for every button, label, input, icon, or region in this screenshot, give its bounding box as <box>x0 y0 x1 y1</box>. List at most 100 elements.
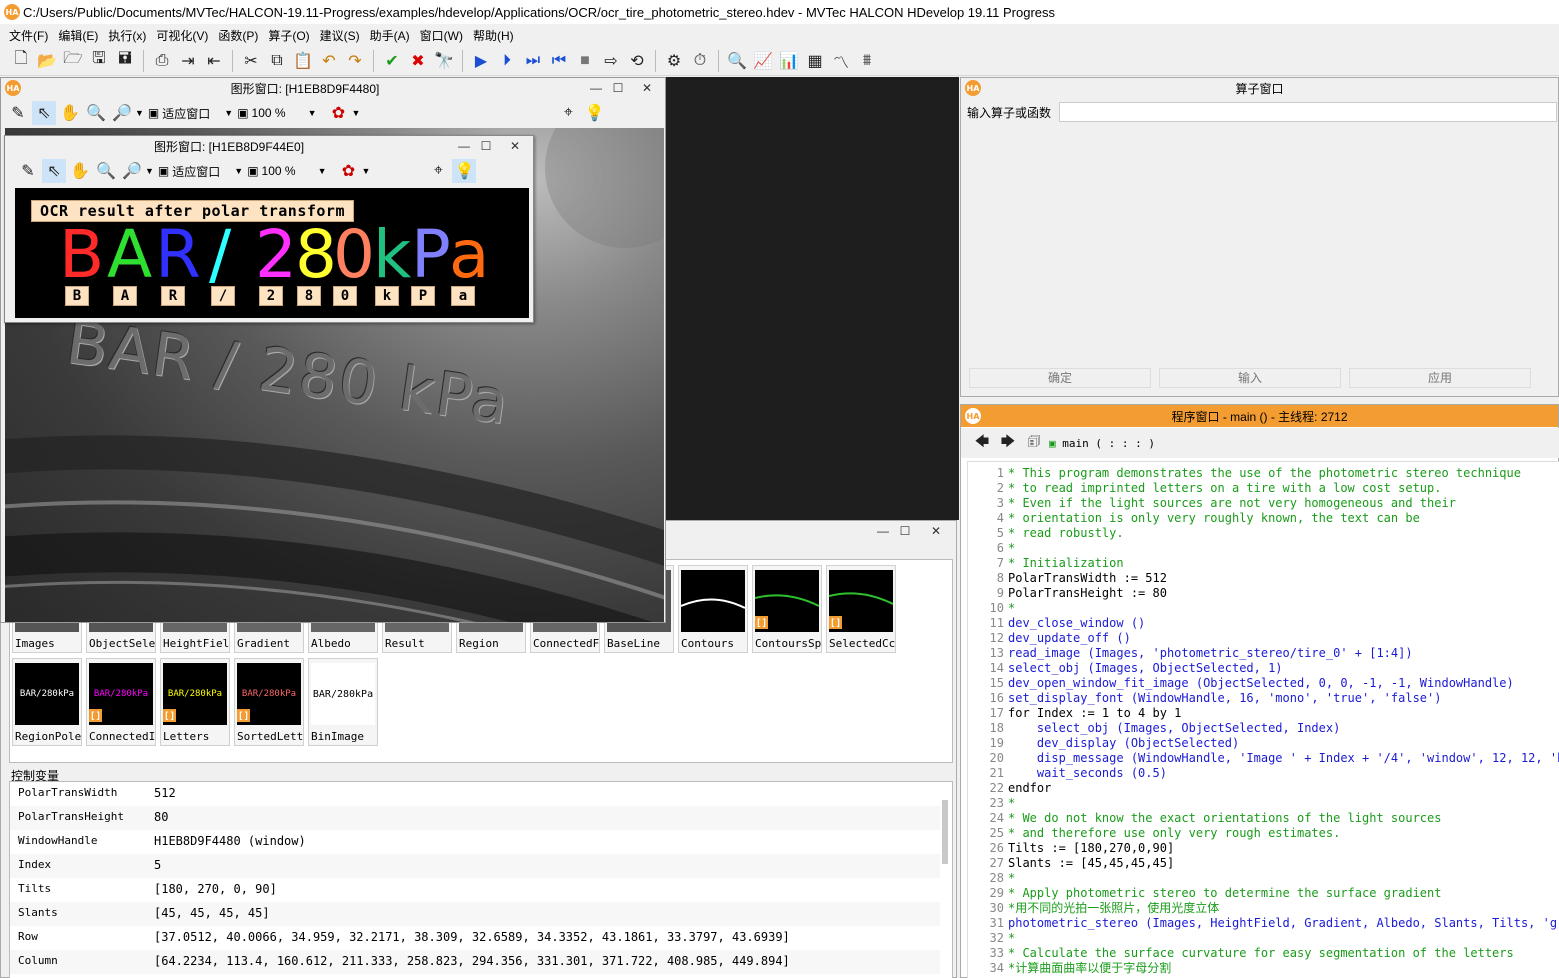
minimize-icon[interactable]: — <box>453 139 475 153</box>
control-var-row[interactable]: WindowHandle H1EB8D9F4480 (window) <box>10 830 940 854</box>
measure-icon[interactable]: ⩩ <box>855 49 879 73</box>
back-arrow-icon[interactable]: 🡄 <box>970 431 994 455</box>
lightbulb-icon[interactable]: 💡 <box>582 101 606 125</box>
step-out-icon[interactable]: ⏮ <box>547 49 571 73</box>
iconic-var-selectedcc[interactable]: [ ] SelectedCc <box>826 565 896 653</box>
code-line[interactable]: 29 * Apply photometric stereo to determin… <box>968 886 1559 901</box>
menu-visualization[interactable]: 可视化(V) <box>151 27 213 44</box>
fit-window-combo[interactable]: ▣ 适应窗口 ▼ <box>158 160 243 182</box>
edit-procedure-icon[interactable]: 🗊 <box>1022 431 1046 455</box>
code-line[interactable]: 11 dev_close_window () <box>968 616 1559 631</box>
code-line[interactable]: 4 * orientation is only very roughly know… <box>968 511 1559 526</box>
menu-operators[interactable]: 算子(O) <box>263 27 314 44</box>
code-line[interactable]: 20 disp_message (WindowHandle, 'Image ' … <box>968 751 1559 766</box>
undo-icon[interactable]: ↶ <box>317 49 341 73</box>
minimize-icon[interactable]: — <box>872 524 894 538</box>
zoom-window-icon[interactable]: 🔍 <box>725 49 749 73</box>
run-to-icon[interactable]: ⇨ <box>599 49 623 73</box>
minimize-icon[interactable]: — <box>585 81 607 95</box>
code-line[interactable]: 9 PolarTransHeight := 80 <box>968 586 1559 601</box>
chevron-down-icon[interactable]: ▼ <box>145 166 154 176</box>
code-line[interactable]: 15 dev_open_window_fit_image (ObjectSelec… <box>968 676 1559 691</box>
code-line[interactable]: 22 endfor <box>968 781 1559 796</box>
code-line[interactable]: 30 *用不同的光拍一张照片，使用光度立体 <box>968 901 1559 916</box>
redo-icon[interactable]: ↷ <box>343 49 367 73</box>
feature-icon[interactable]: ▦ <box>803 49 827 73</box>
code-line[interactable]: 23 * <box>968 796 1559 811</box>
control-var-row[interactable]: Row [37.0512, 40.0066, 34.959, 32.2171, 3… <box>10 926 940 950</box>
code-line[interactable]: 19 dev_display (ObjectSelected) <box>968 736 1559 751</box>
zoom-icon[interactable]: 🔎 <box>110 101 134 125</box>
import-icon[interactable]: ⇤ <box>202 49 226 73</box>
code-line[interactable]: 17 for Index := 1 to 4 by 1 <box>968 706 1559 721</box>
timer-icon[interactable]: ⏱ <box>688 49 712 73</box>
color-palette-icon[interactable]: ✿ <box>337 159 361 183</box>
apply-button[interactable]: 应用 <box>1349 368 1531 388</box>
step-over-icon[interactable]: ⏵ <box>495 49 519 73</box>
menu-procedures[interactable]: 函数(P) <box>213 27 263 44</box>
menu-file[interactable]: 文件(F) <box>4 27 53 44</box>
copy-icon[interactable]: ⧉ <box>265 49 289 73</box>
hand-icon[interactable]: ✋ <box>68 159 92 183</box>
menu-help[interactable]: 帮助(H) <box>468 27 519 44</box>
save-all-icon[interactable]: 🖬 <box>113 49 137 73</box>
code-line[interactable]: 28 * <box>968 871 1559 886</box>
iconic-var-sortedletters[interactable]: BAR/280kPa [ ] SortedLett <box>234 658 304 746</box>
zoom-combo[interactable]: ▣ 100 % ▼ <box>247 160 326 182</box>
step-into-icon[interactable]: ⏭ <box>521 49 545 73</box>
menu-execute[interactable]: 执行(x) <box>103 27 151 44</box>
close-icon[interactable]: ✕ <box>916 524 956 538</box>
pointer-icon[interactable]: ⇖ <box>42 159 66 183</box>
code-line[interactable]: 3 * Even if the light sources are not ver… <box>968 496 1559 511</box>
code-line[interactable]: 14 select_obj (Images, ObjectSelected, 1) <box>968 661 1559 676</box>
code-line[interactable]: 7 * Initialization <box>968 556 1559 571</box>
iconic-var-contours[interactable]: Contours <box>678 565 748 653</box>
axes-icon[interactable]: ⌖ <box>426 159 450 183</box>
line-profile-icon[interactable]: 📊 <box>777 49 801 73</box>
iconic-var-contourssp[interactable]: [ ] ContoursSp <box>752 565 822 653</box>
control-var-row[interactable]: Index 5 <box>10 854 940 878</box>
close-icon[interactable]: ✕ <box>497 139 533 153</box>
clear-icon[interactable]: ✖ <box>406 49 430 73</box>
enter-button[interactable]: 输入 <box>1159 368 1341 388</box>
maximize-icon[interactable]: ☐ <box>475 139 497 153</box>
chevron-down-icon[interactable]: ▼ <box>362 166 371 176</box>
stop-icon[interactable]: ■ <box>573 49 597 73</box>
chevron-down-icon[interactable]: ▼ <box>352 108 361 118</box>
code-line[interactable]: 16 set_display_font (WindowHandle, 16, 'm… <box>968 691 1559 706</box>
scrollbar[interactable] <box>942 800 948 864</box>
code-line[interactable]: 12 dev_update_off () <box>968 631 1559 646</box>
code-line[interactable]: 21 wait_seconds (0.5) <box>968 766 1559 781</box>
hand-icon[interactable]: ✋ <box>58 101 82 125</box>
new-file-icon[interactable]: 🗋 <box>9 49 33 73</box>
lightbulb-icon[interactable]: 💡 <box>452 159 477 183</box>
save-icon[interactable]: 🖫 <box>87 49 111 73</box>
color-palette-icon[interactable]: ✿ <box>327 101 351 125</box>
code-line[interactable]: 31 photometric_stereo (Images, HeightFiel… <box>968 916 1559 931</box>
export-icon[interactable]: ⇥ <box>176 49 200 73</box>
forward-arrow-icon[interactable]: 🡆 <box>996 431 1020 455</box>
code-line[interactable]: 13 read_image (Images, 'photometric_stere… <box>968 646 1559 661</box>
axes-icon[interactable]: ⌖ <box>556 101 580 125</box>
control-var-row[interactable]: PolarTransWidth 512 <box>10 782 940 806</box>
print-icon[interactable]: ⎙ <box>150 49 174 73</box>
code-line[interactable]: 8 PolarTransWidth := 512 <box>968 571 1559 586</box>
operator-search-input[interactable] <box>1059 102 1557 122</box>
menu-window[interactable]: 窗口(W) <box>415 27 468 44</box>
iconic-var-regionpolar[interactable]: BAR/280kPa RegionPole <box>12 658 82 746</box>
code-line[interactable]: 32 * <box>968 931 1559 946</box>
reset-icon[interactable]: ⟲ <box>625 49 649 73</box>
iconic-var-binimage[interactable]: BAR/280kPa BinImage <box>308 658 378 746</box>
iconic-var-letters[interactable]: BAR/280kPa [ ] Letters <box>160 658 230 746</box>
histogram-icon[interactable]: 📈 <box>751 49 775 73</box>
control-var-row[interactable]: PolarTransHeight 80 <box>10 806 940 830</box>
gray-histogram-icon[interactable]: 〽 <box>829 49 853 73</box>
magnifier-icon[interactable]: 🔍 <box>84 101 108 125</box>
pointer-icon[interactable]: ⇖ <box>32 101 56 125</box>
profile-icon[interactable]: ⚙ <box>662 49 686 73</box>
control-var-row[interactable]: Tilts [180, 270, 0, 90] <box>10 878 940 902</box>
menu-assistants[interactable]: 助手(A) <box>365 27 415 44</box>
fit-window-combo[interactable]: ▣ 适应窗口 ▼ <box>148 102 233 124</box>
code-line[interactable]: 27 Slants := [45,45,45,45] <box>968 856 1559 871</box>
zoom-icon[interactable]: 🔎 <box>120 159 144 183</box>
